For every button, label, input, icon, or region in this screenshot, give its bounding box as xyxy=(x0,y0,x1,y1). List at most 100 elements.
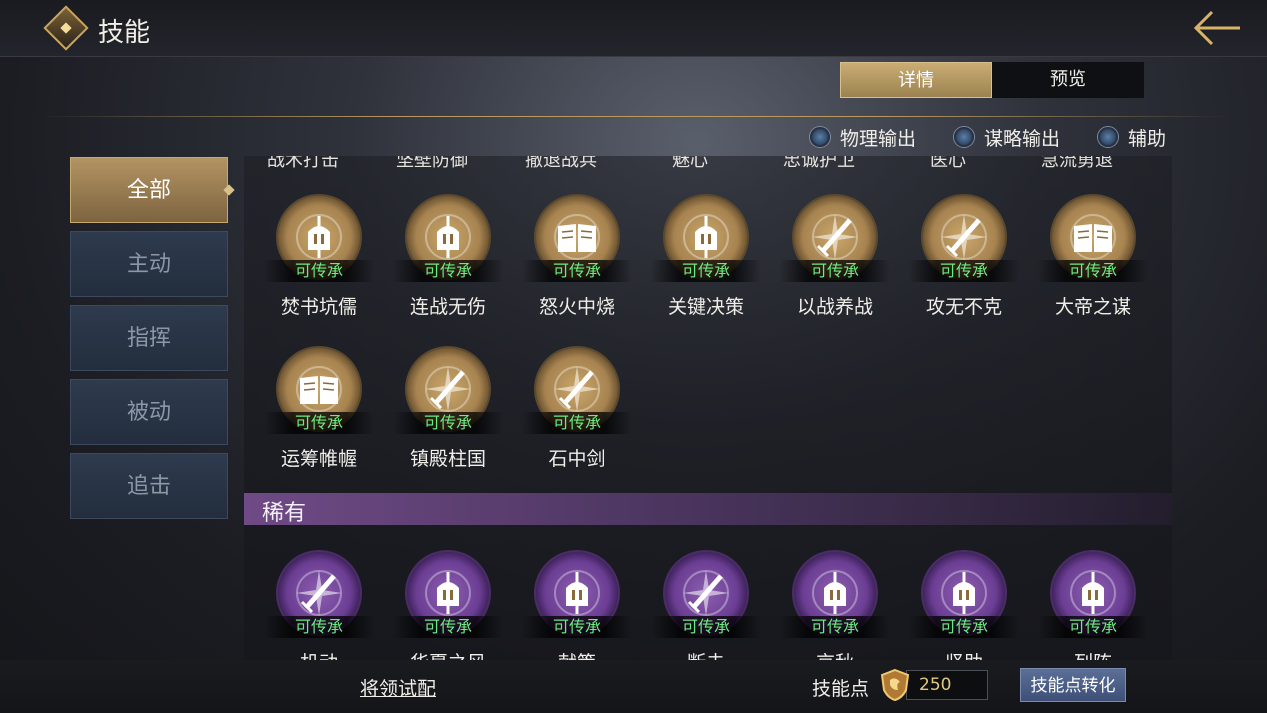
inheritable-badge: 可传承 xyxy=(780,260,890,282)
skill-card[interactable]: 可传承列阵 xyxy=(1036,550,1148,660)
skill-name: 机动 xyxy=(262,648,376,660)
skill-card[interactable]: 可传承 石中剑 xyxy=(520,346,632,476)
inheritable-badge: 可传承 xyxy=(264,616,374,638)
skill-name: 关键决策 xyxy=(667,296,744,318)
skill-card[interactable]: 可传承 焚书坑儒 xyxy=(262,194,374,324)
sword-icon xyxy=(679,566,733,620)
skill-name: 镇殿柱国 xyxy=(409,448,486,470)
filter-physical[interactable]: 物理输出 xyxy=(810,124,916,150)
filter-strategy[interactable]: 谋略输出 xyxy=(954,124,1060,150)
skill-name: 攻无不克 xyxy=(925,296,1002,318)
skill-name: 坚助 xyxy=(907,648,1021,660)
skill-card[interactable]: 可传承华夏之风 xyxy=(391,550,503,660)
sidebar-item-pursuit[interactable]: 追击 xyxy=(70,453,228,519)
back-arrow-icon[interactable] xyxy=(1188,6,1244,50)
skill-name: 华夏之风 xyxy=(391,648,505,660)
helmet-icon xyxy=(421,566,475,620)
sword-icon xyxy=(421,362,475,416)
skill-card[interactable]: 可传承 以战养战 xyxy=(778,194,890,324)
skill-card[interactable]: 可传承 关键决策 xyxy=(649,194,761,324)
general-trial-link[interactable]: 将领试配 xyxy=(360,674,436,701)
inheritable-badge: 可传承 xyxy=(1038,616,1148,638)
skill-name: 魅心 xyxy=(672,156,708,171)
sidebar-item-command[interactable]: 指挥 xyxy=(70,305,228,371)
sidebar-item-passive[interactable]: 被动 xyxy=(70,379,228,445)
skill-card[interactable]: 可传承献策 xyxy=(520,550,632,660)
radio-icon[interactable] xyxy=(1098,127,1118,147)
skill-grid-panel[interactable]: 战术打击 坚壁防御 撤退战兵 魅心 忠诚护卫 医心 急流勇退 可传承 焚书坑儒 可传… xyxy=(244,156,1172,660)
skill-name: 京秋 xyxy=(778,648,892,660)
skill-point-shield-icon xyxy=(880,668,910,702)
skill-name: 撤退战兵 xyxy=(525,156,597,171)
filter-label: 辅助 xyxy=(1128,127,1167,150)
rare-section-header: 稀有 xyxy=(244,493,1172,526)
tab-details[interactable]: 详情 xyxy=(840,62,992,98)
inheritable-badge: 可传承 xyxy=(522,412,632,434)
helmet-icon xyxy=(550,566,604,620)
skill-card[interactable]: 可传承 镇殿柱国 xyxy=(391,346,503,476)
skill-card[interactable]: 可传承 运筹帷幄 xyxy=(262,346,374,476)
helmet-icon xyxy=(679,210,733,264)
skill-name: 以战养战 xyxy=(796,296,873,318)
skill-name: 运筹帷幄 xyxy=(280,448,357,470)
inheritable-badge: 可传承 xyxy=(780,616,890,638)
sidebar-item-all[interactable]: 全部 xyxy=(70,157,235,223)
skill-name: 石中剑 xyxy=(548,448,606,470)
sidebar-item-label: 全部 xyxy=(126,178,171,203)
filter-label: 谋略输出 xyxy=(984,127,1061,150)
rare-section-label: 稀有 xyxy=(262,501,307,526)
header-divider xyxy=(40,116,1230,117)
skill-card[interactable]: 可传承京秋 xyxy=(778,550,890,660)
selected-pip-icon xyxy=(223,184,235,196)
sword-icon xyxy=(808,210,862,264)
skill-name: 怒火中烧 xyxy=(538,296,615,318)
helmet-icon xyxy=(421,210,475,264)
radio-icon[interactable] xyxy=(954,127,974,147)
inheritable-badge: 可传承 xyxy=(264,412,374,434)
top-bar: 技能 xyxy=(0,0,1267,57)
filter-support[interactable]: 辅助 xyxy=(1098,124,1166,150)
inheritable-badge: 可传承 xyxy=(522,616,632,638)
inheritable-badge: 可传承 xyxy=(909,616,1019,638)
skill-name: 医心 xyxy=(930,156,966,171)
inheritable-badge: 可传承 xyxy=(651,616,761,638)
filter-label: 物理输出 xyxy=(840,127,917,150)
inheritable-badge: 可传承 xyxy=(264,260,374,282)
sword-icon xyxy=(937,210,991,264)
inheritable-badge: 可传承 xyxy=(393,260,503,282)
inheritable-badge: 可传承 xyxy=(393,616,503,638)
inheritable-badge: 可传承 xyxy=(909,260,1019,282)
radio-icon[interactable] xyxy=(810,127,830,147)
skill-card[interactable]: 可传承 连战无伤 xyxy=(391,194,503,324)
book-icon xyxy=(1066,210,1120,264)
sidebar-item-label: 主动 xyxy=(126,252,171,277)
skill-card[interactable]: 可传承 怒火中烧 xyxy=(520,194,632,324)
convert-skill-points-button[interactable]: 技能点转化 xyxy=(1020,668,1126,702)
skill-name: 战术打击 xyxy=(267,156,339,171)
sidebar-item-label: 追击 xyxy=(126,474,171,499)
sidebar-item-label: 被动 xyxy=(126,400,171,425)
skill-name: 坚壁防御 xyxy=(396,156,468,171)
skill-points-label: 技能点 xyxy=(812,678,870,700)
sidebar-item-active[interactable]: 主动 xyxy=(70,231,228,297)
helmet-icon xyxy=(937,566,991,620)
bottom-bar: 将领试配 技能点 250 技能点转化 xyxy=(0,660,1267,713)
book-icon xyxy=(550,210,604,264)
tab-preview[interactable]: 预览 xyxy=(992,62,1144,98)
skill-card[interactable]: 可传承 攻无不克 xyxy=(907,194,1019,324)
helmet-icon xyxy=(292,210,346,264)
skill-card[interactable]: 可传承坚助 xyxy=(907,550,1019,660)
skill-name: 大帝之谋 xyxy=(1054,296,1131,318)
book-icon xyxy=(292,362,346,416)
sidebar-item-label: 指挥 xyxy=(126,326,171,351)
view-tabs: 详情 预览 xyxy=(840,62,1145,98)
page-title: 技能 xyxy=(98,18,151,48)
inheritable-badge: 可传承 xyxy=(1038,260,1148,282)
skill-name: 列阵 xyxy=(1036,648,1150,660)
skill-card[interactable]: 可传承断击 xyxy=(649,550,761,660)
skill-card[interactable]: 可传承机动 xyxy=(262,550,374,660)
sword-icon xyxy=(292,566,346,620)
skill-card[interactable]: 可传承 大帝之谋 xyxy=(1036,194,1148,324)
skill-name: 急流勇退 xyxy=(1041,156,1113,171)
skill-name: 连战无伤 xyxy=(409,296,486,318)
